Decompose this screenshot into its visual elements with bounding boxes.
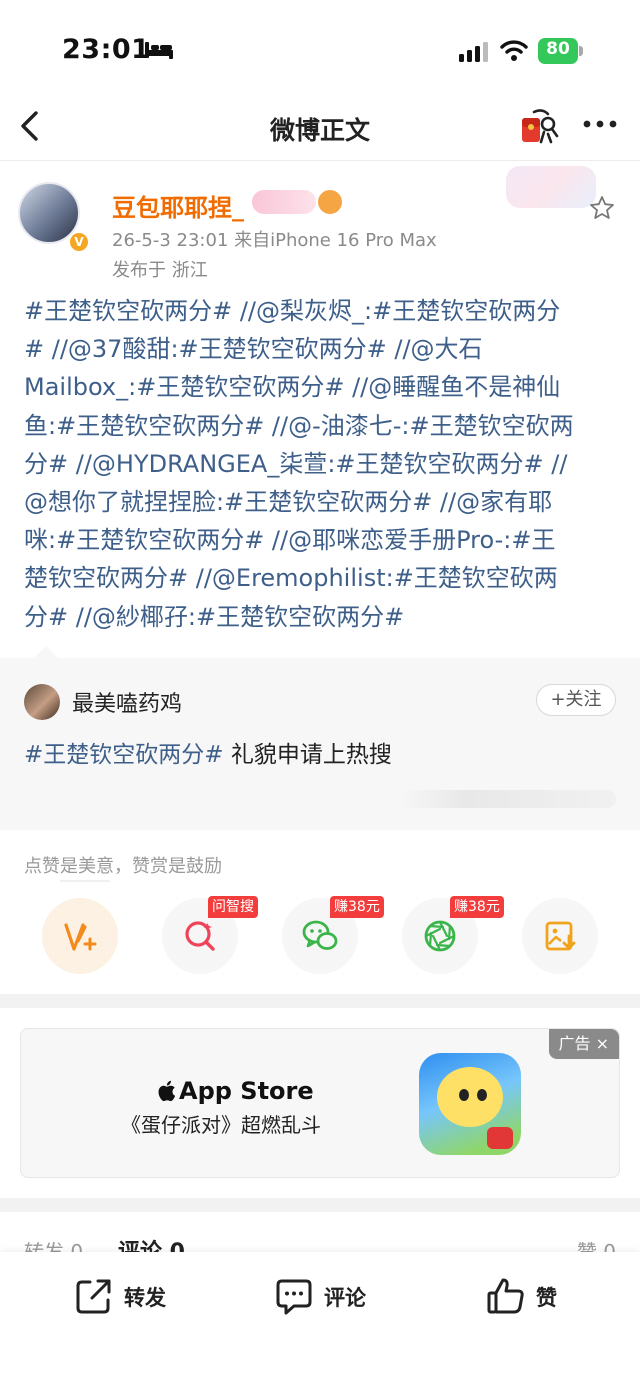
post-body-line[interactable]: 分# //@HYDRANGEA_柒萱:#王楚钦空砍两分# //	[24, 445, 622, 483]
sleep-bed-icon	[145, 42, 173, 59]
post-body-line[interactable]: Mailbox_:#王楚钦空砍两分# //@睡醒鱼不是神仙	[24, 368, 622, 406]
ad-app-mascot-eye	[477, 1089, 487, 1101]
moments-aperture-icon	[424, 920, 456, 952]
comment-bubble-icon	[276, 1279, 312, 1315]
red-packet-search-icon[interactable]	[518, 106, 560, 146]
post-timestamp-source: 26-5-3 23:01 来自iPhone 16 Pro Max	[112, 230, 437, 251]
more-options-icon[interactable]	[582, 118, 618, 130]
post-body: #王楚钦空砍两分# //@梨灰烬_:#王楚钦空砍两分 # //@37酸甜:#王楚…	[24, 292, 622, 636]
repost-label: 转发	[124, 1286, 166, 1310]
save-image-icon	[545, 921, 576, 951]
post-body-line[interactable]: 分# //@紗椰孖:#王楚钦空砍两分#	[24, 598, 622, 636]
quoted-author-avatar[interactable]	[24, 684, 60, 720]
reward-button[interactable]	[42, 898, 118, 974]
member-cake-badge-icon	[252, 190, 316, 214]
cellular-signal-icon	[459, 42, 488, 62]
author-username[interactable]: 豆包耶耶捏_	[112, 188, 244, 223]
ad-app-icon[interactable]	[419, 1053, 521, 1155]
battery-level: 80	[546, 39, 570, 59]
nav-bar: 微博正文	[0, 100, 640, 156]
like-label: 赞	[536, 1286, 557, 1310]
follow-button[interactable]: +关注	[536, 684, 616, 716]
battery-tip	[579, 46, 583, 56]
fish-badge-icon	[318, 190, 342, 214]
moments-earn-badge: 赚38元	[450, 896, 504, 918]
quote-notch	[34, 646, 58, 658]
battery-indicator: 80	[538, 38, 584, 64]
ai-search-badge: 问智搜	[208, 896, 258, 918]
repost-share-icon	[76, 1279, 111, 1314]
favorite-star-icon[interactable]	[588, 194, 616, 222]
post-location: 发布于 浙江	[112, 260, 208, 281]
ad-store-name: App Store	[179, 1077, 314, 1105]
post-body-line[interactable]: 楚钦空砍两分# //@Eremophilist:#王楚钦空砍两	[24, 559, 622, 597]
ad-app-mascot	[437, 1067, 503, 1127]
reward-v-icon	[64, 923, 97, 951]
ad-app-mascot-eye	[459, 1089, 469, 1101]
quoted-post-text[interactable]: #王楚钦空砍两分# 礼貌申请上热搜	[24, 735, 392, 769]
post-body-line[interactable]: #王楚钦空砍两分# //@梨灰烬_:#王楚钦空砍两分	[24, 292, 622, 330]
reward-caption: 点赞是美意，赞赏是鼓励	[24, 856, 222, 877]
reward-caption-underline	[60, 880, 110, 882]
ad-close-label[interactable]: 广告 ×	[548, 1029, 619, 1059]
quoted-author-username[interactable]: 最美嗑药鸡	[72, 686, 182, 718]
bottom-action-bar: 转发 评论 赞	[0, 1252, 640, 1392]
wechat-icon	[302, 920, 338, 950]
apple-logo-icon	[158, 1080, 176, 1102]
status-bar: 23:01 80	[0, 0, 640, 100]
post-body-line[interactable]: 鱼:#王楚钦空砍两分# //@-油漆七-:#王楚钦空砍两	[24, 407, 622, 445]
wechat-earn-badge: 赚38元	[330, 896, 384, 918]
comment-label: 评论	[324, 1286, 366, 1310]
wifi-icon	[500, 40, 528, 61]
decorative-sticker	[506, 166, 596, 208]
ai-search-icon	[185, 921, 215, 951]
save-image-button[interactable]	[522, 898, 598, 974]
section-gap	[0, 1198, 640, 1212]
status-time: 23:01	[62, 34, 151, 65]
quoted-image-placeholder	[400, 790, 616, 808]
post-body-line[interactable]: 咪:#王楚钦空砍两分# //@耶咪恋爱手册Pro-:#王	[24, 521, 622, 559]
verified-badge-icon: V	[68, 231, 90, 253]
ad-card[interactable]: 广告 × App Store 《蛋仔派对》超燃乱斗	[20, 1028, 620, 1178]
quoted-hashtag[interactable]: #王楚钦空砍两分#	[24, 742, 224, 768]
repost-button[interactable]: 转发	[74, 1276, 184, 1316]
post-body-line[interactable]: # //@37酸甜:#王楚钦空砍两分# //@大石	[24, 330, 622, 368]
like-button[interactable]: 赞	[486, 1276, 576, 1316]
thumbs-up-icon	[487, 1278, 524, 1314]
quoted-post-message: 礼貌申请上热搜	[223, 742, 392, 768]
ad-subtitle: 《蛋仔派对》超燃乱斗	[121, 1113, 321, 1137]
nav-divider	[0, 160, 640, 161]
ad-publisher-logo	[487, 1127, 513, 1149]
comment-button[interactable]: 评论	[274, 1276, 384, 1316]
post-body-line[interactable]: @想你了就捏捏脸:#王楚钦空砍两分# //@家有耶	[24, 483, 622, 521]
section-gap	[0, 994, 640, 1008]
